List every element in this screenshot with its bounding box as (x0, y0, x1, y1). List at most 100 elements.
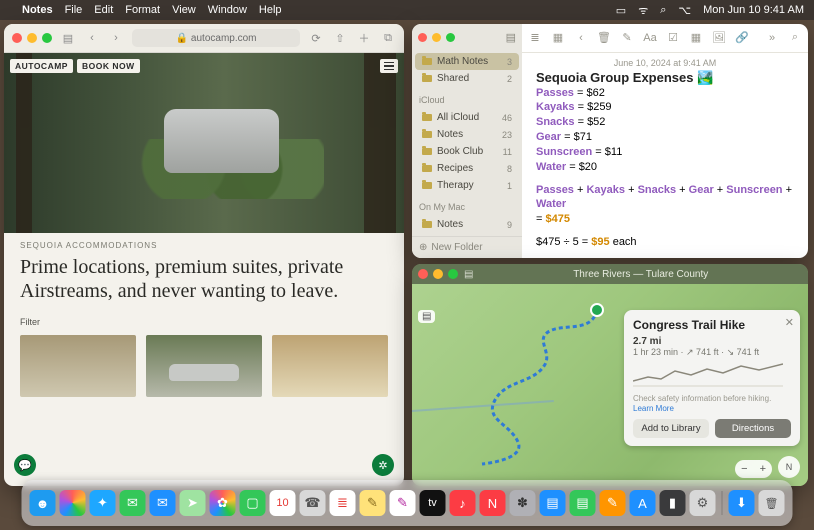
format-icon[interactable]: Aa (643, 32, 657, 44)
add-to-library-button[interactable]: Add to Library (633, 419, 709, 438)
share-icon[interactable]: ⇧ (332, 32, 348, 45)
dock-app-contacts[interactable]: ☎ (300, 490, 326, 516)
dock-app-news[interactable]: N (480, 490, 506, 516)
expense-row: Sunscreen = $11 (536, 145, 794, 160)
sidebar-folder[interactable]: All iCloud46 (415, 109, 519, 126)
close-icon[interactable]: ✕ (785, 316, 794, 329)
dock-app-launchpad[interactable] (60, 490, 86, 516)
app-menu[interactable]: Notes (22, 4, 53, 16)
link-icon[interactable]: 🔗 (735, 31, 749, 44)
battery-icon[interactable]: ▭ (616, 4, 626, 17)
sidebar-toggle-icon[interactable]: ▤ (506, 31, 516, 44)
dock-app-freeform[interactable]: ✎ (390, 490, 416, 516)
dock-app-notes[interactable]: ✎ (360, 490, 386, 516)
folder-icon (422, 75, 432, 82)
dock-app-downloads[interactable]: ⬇ (729, 490, 755, 516)
filter-button[interactable]: Filter (20, 317, 388, 327)
expense-row: Gear = $71 (536, 130, 794, 145)
dock-app-music[interactable]: ♪ (450, 490, 476, 516)
dock-app-numbers[interactable]: ▤ (570, 490, 596, 516)
dock-app-finder[interactable]: ☻ (30, 490, 56, 516)
sidebar-folder[interactable]: Book Club11 (415, 143, 519, 160)
tabs-icon[interactable]: ⧉ (380, 32, 396, 45)
sum-expression: Passes + Kayaks + Snacks + Gear + Sunscr… (536, 183, 794, 228)
brand-badge[interactable]: AUTOCAMP (10, 59, 73, 73)
trash-icon[interactable]: 🗑 (597, 31, 611, 44)
book-now-button[interactable]: BOOK NOW (77, 59, 140, 73)
window-controls[interactable] (12, 33, 52, 43)
dock-app-tv[interactable]: tv (420, 490, 446, 516)
menu-help[interactable]: Help (259, 4, 282, 16)
zoom-control[interactable]: −+ (735, 460, 772, 478)
sidebar-folder[interactable]: Recipes8 (415, 160, 519, 177)
dock-app-calendar[interactable]: 10 (270, 490, 296, 516)
control-center-icon[interactable]: ⌥ (678, 4, 691, 17)
sidebar-toggle-icon[interactable]: ▤ (464, 269, 473, 280)
chat-icon[interactable]: 💬 (14, 454, 36, 476)
sidebar-folder[interactable]: Shared2 (415, 70, 519, 87)
dock-app-passwords[interactable]: ✽ (510, 490, 536, 516)
window-controls[interactable] (418, 269, 458, 279)
learn-more-link[interactable]: Learn More (633, 404, 674, 413)
dock-app-facetime[interactable]: ▢ (240, 490, 266, 516)
search-icon[interactable]: ⌕ (660, 4, 666, 17)
directions-button[interactable]: Directions (715, 419, 791, 438)
more-icon[interactable]: » (765, 32, 779, 44)
map-mode-icon[interactable]: ▤ (418, 310, 435, 323)
notes-toolbar: ≣ ▦ ‹ 🗑 ✎ Aa ☑ ▦ 🖼 🔗 » ⌕ (522, 24, 808, 53)
listing-thumb[interactable] (20, 335, 136, 397)
back-icon[interactable]: ‹ (84, 32, 100, 44)
menu-format[interactable]: Format (125, 4, 160, 16)
table-icon[interactable]: ▦ (689, 31, 703, 44)
hike-card: ✕ Congress Trail Hike 2.7 mi 1 hr 23 min… (624, 310, 800, 446)
dock-app-reminders[interactable]: ≣ (330, 490, 356, 516)
checklist-icon[interactable]: ☑ (666, 31, 680, 44)
hamburger-icon[interactable] (380, 59, 398, 73)
dock-app-maps[interactable]: ➤ (180, 490, 206, 516)
sidebar-folder[interactable]: Notes23 (415, 126, 519, 143)
grid-view-icon[interactable]: ▦ (551, 31, 565, 44)
dock-app-messages[interactable]: ✉ (120, 490, 146, 516)
listing-thumb[interactable] (146, 335, 262, 397)
dock-app-keynote[interactable]: ▤ (540, 490, 566, 516)
hike-title: Congress Trail Hike (633, 318, 791, 332)
accessibility-icon[interactable]: ✲ (372, 454, 394, 476)
reload-icon[interactable]: ⟳ (308, 32, 324, 45)
new-tab-icon[interactable]: ＋ (356, 30, 372, 46)
menubar-clock[interactable]: Mon Jun 10 9:41 AM (703, 4, 804, 16)
wifi-icon[interactable]: ᯤ (638, 3, 648, 18)
menu-view[interactable]: View (172, 4, 196, 16)
back-icon[interactable]: ‹ (574, 32, 588, 44)
window-controls[interactable] (418, 33, 455, 42)
compose-icon[interactable]: ✎ (620, 31, 634, 44)
forward-icon[interactable]: › (108, 32, 124, 44)
new-folder-button[interactable]: ⊕ New Folder (412, 236, 522, 258)
hero-image: AUTOCAMP BOOK NOW (4, 53, 404, 233)
expense-row: Water = $20 (536, 160, 794, 175)
folder-icon (422, 131, 432, 138)
note-body[interactable]: Sequoia Group Expenses 🏞️ Passes = $62Ka… (522, 70, 808, 258)
sidebar-folder[interactable]: Notes9 (415, 216, 519, 233)
search-icon[interactable]: ⌕ (788, 31, 802, 44)
dock-app-settings[interactable]: ⚙ (690, 490, 716, 516)
menu-window[interactable]: Window (208, 4, 247, 16)
compass-icon[interactable]: N (778, 456, 800, 478)
list-view-icon[interactable]: ≣ (528, 31, 542, 44)
dock-app-appstore[interactable]: A (630, 490, 656, 516)
dock-app-photos[interactable]: ✿ (210, 490, 236, 516)
dock-app-safari[interactable]: ✦ (90, 490, 116, 516)
sidebar-folder[interactable]: Therapy1 (415, 177, 519, 194)
media-icon[interactable]: 🖼 (712, 31, 726, 44)
sidebar-toggle-icon[interactable]: ▤ (60, 32, 76, 45)
dock-app-trash[interactable]: 🗑 (759, 490, 785, 516)
menu-file[interactable]: File (65, 4, 83, 16)
address-bar[interactable]: 🔒autocamp.com (132, 29, 300, 47)
dock-app-iphone[interactable]: ▮ (660, 490, 686, 516)
dock-app-pages[interactable]: ✎ (600, 490, 626, 516)
dock-app-mail[interactable]: ✉ (150, 490, 176, 516)
elevation-chart (633, 361, 783, 387)
menu-edit[interactable]: Edit (94, 4, 113, 16)
map-canvas[interactable]: ▤ ✕ Congress Trail Hike 2.7 mi 1 hr 23 m… (412, 284, 808, 486)
listing-thumb[interactable] (272, 335, 388, 397)
sidebar-folder[interactable]: Math Notes3 (415, 53, 519, 70)
